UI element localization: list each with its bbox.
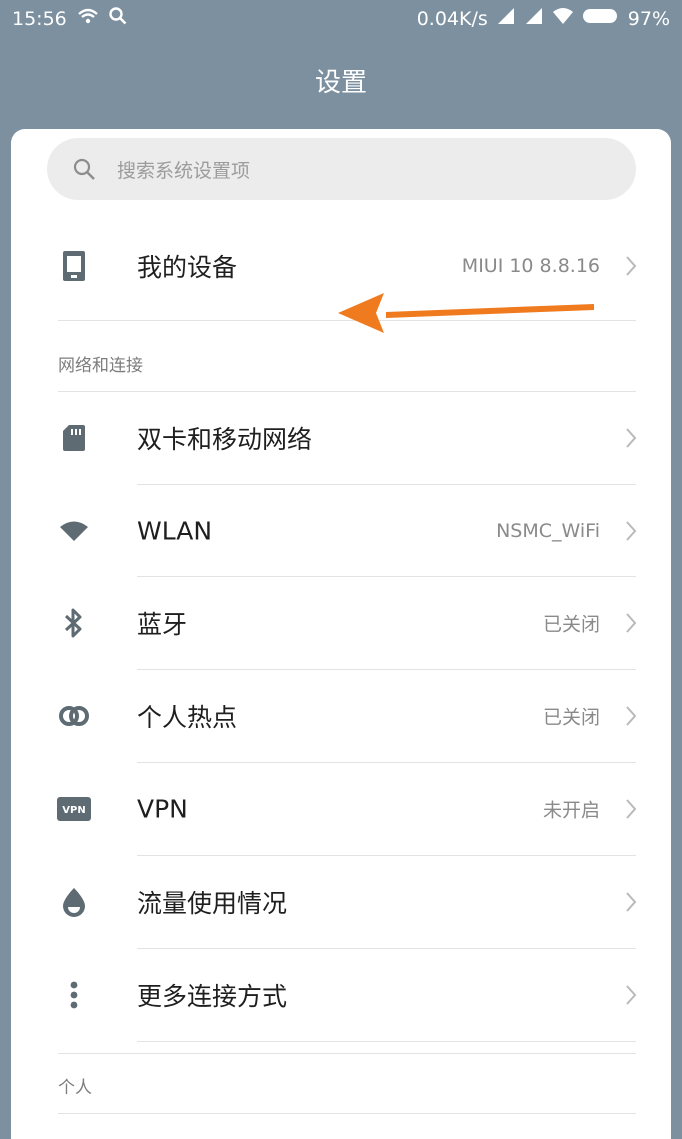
sidebar-item-dual-sim[interactable]: 双卡和移动网络: [11, 392, 671, 484]
sidebar-item-vpn[interactable]: VPN VPN 未开启: [11, 763, 671, 855]
hotspot-value: 已关闭: [542, 706, 600, 729]
sidebar-item-more-connections[interactable]: 更多连接方式: [11, 949, 671, 1041]
network-speed: 0.04K/s: [416, 7, 488, 30]
bluetooth-icon: [57, 606, 91, 640]
divider: [137, 1041, 636, 1042]
more-dots-icon: [57, 978, 91, 1012]
section-header-network: 网络和连接: [58, 356, 143, 376]
vpn-icon: VPN: [57, 792, 91, 826]
battery-percent: 97%: [627, 7, 670, 30]
chevron-right-icon: [626, 799, 637, 819]
sidebar-item-data-usage[interactable]: 流量使用情况: [11, 856, 671, 948]
wifi-hotspot-icon: [77, 7, 99, 30]
data-usage-icon: [57, 885, 91, 919]
divider: [58, 1113, 636, 1114]
chevron-right-icon: [626, 892, 637, 912]
my-device-value: MIUI 10 8.8.16: [461, 255, 600, 277]
sidebar-item-wlan[interactable]: WLAN NSMC_WiFi: [11, 485, 671, 577]
vpn-label: VPN: [137, 794, 188, 824]
wlan-value: NSMC_WiFi: [496, 520, 600, 542]
sim-card-icon: [57, 421, 91, 455]
hotspot-label: 个人热点: [137, 703, 238, 732]
search-input[interactable]: 搜索系统设置项: [47, 138, 636, 200]
svg-text:VPN: VPN: [62, 805, 85, 816]
wifi-icon: [552, 7, 574, 30]
bluetooth-value: 已关闭: [542, 613, 600, 636]
battery-icon: [582, 7, 620, 30]
page-title: 设置: [314, 68, 367, 98]
chevron-right-icon: [626, 521, 637, 541]
status-left: 15:56: [12, 7, 127, 30]
signal-icon: [524, 7, 544, 30]
chevron-right-icon: [626, 706, 637, 726]
settings-card: 搜索系统设置项 我的设备 MIUI 10 8.8.16 网络和连接 双卡和移动网…: [11, 129, 671, 1139]
data-usage-label: 流量使用情况: [137, 889, 288, 918]
signal-icon: [496, 7, 516, 30]
wifi-icon: [57, 514, 91, 548]
wlan-label: WLAN: [137, 516, 213, 546]
search-icon: [71, 156, 97, 182]
my-device-row[interactable]: 我的设备 MIUI 10 8.8.16: [11, 220, 671, 312]
chevron-right-icon: [626, 985, 637, 1005]
bluetooth-label: 蓝牙: [137, 610, 188, 639]
search-icon: [109, 7, 127, 30]
section-header-personal: 个人: [58, 1078, 92, 1098]
chevron-right-icon: [626, 428, 637, 448]
divider: [58, 1053, 636, 1054]
my-device-label: 我的设备: [137, 253, 238, 282]
status-bar: 15:56 0.04K/s 97%: [0, 0, 682, 38]
more-connections-label: 更多连接方式: [137, 982, 288, 1011]
search-placeholder: 搜索系统设置项: [117, 159, 251, 182]
status-right: 0.04K/s 97%: [417, 7, 670, 30]
sidebar-item-bluetooth[interactable]: 蓝牙 已关闭: [11, 577, 671, 669]
vpn-value: 未开启: [542, 799, 600, 822]
hotspot-link-icon: [57, 699, 91, 733]
phone-icon: [57, 249, 91, 283]
chevron-right-icon: [626, 256, 637, 276]
status-time: 15:56: [12, 7, 67, 30]
chevron-right-icon: [626, 613, 637, 633]
divider: [58, 320, 636, 321]
dual-sim-label: 双卡和移动网络: [137, 425, 313, 454]
sidebar-item-hotspot[interactable]: 个人热点 已关闭: [11, 670, 671, 762]
